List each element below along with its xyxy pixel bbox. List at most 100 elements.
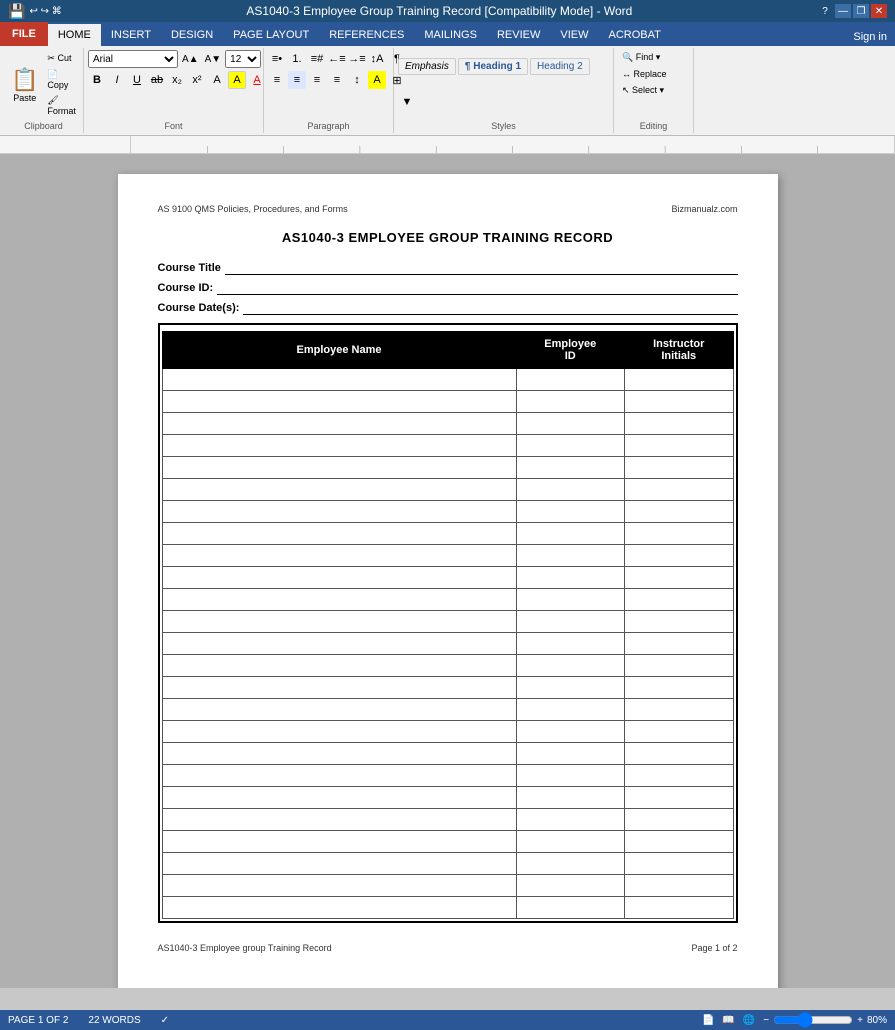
zoom-slider[interactable] xyxy=(773,1012,853,1028)
instructor-initials-cell[interactable] xyxy=(625,501,734,523)
paste-button[interactable]: 📋 Paste xyxy=(8,59,41,111)
instructor-initials-cell[interactable] xyxy=(625,457,734,479)
table-row[interactable] xyxy=(162,501,733,523)
strikethrough-button[interactable]: ab xyxy=(148,71,166,89)
course-date-input[interactable] xyxy=(243,301,737,315)
styles-scroll-down[interactable]: ▼ xyxy=(398,93,416,111)
tab-view[interactable]: VIEW xyxy=(550,24,598,46)
instructor-initials-cell[interactable] xyxy=(625,611,734,633)
sort-button[interactable]: ↕A xyxy=(368,50,386,68)
table-row[interactable] xyxy=(162,391,733,413)
bullets-button[interactable]: ≡• xyxy=(268,50,286,68)
font-name-select[interactable]: Arial xyxy=(88,50,178,68)
employee-name-cell[interactable] xyxy=(162,501,516,523)
table-row[interactable] xyxy=(162,567,733,589)
shading-button[interactable]: A xyxy=(368,71,386,89)
tab-page-layout[interactable]: PAGE LAYOUT xyxy=(223,24,319,46)
copy-button[interactable]: 📄 Copy xyxy=(43,67,80,92)
align-center-button[interactable]: ≡ xyxy=(288,71,306,89)
tab-acrobat[interactable]: ACROBAT xyxy=(598,24,670,46)
style-heading1[interactable]: ¶ Heading 1 xyxy=(458,58,528,75)
employee-name-cell[interactable] xyxy=(162,545,516,567)
replace-button[interactable]: ↔ Replace xyxy=(618,67,671,81)
tab-file[interactable]: FILE xyxy=(0,22,48,46)
employee-name-cell[interactable] xyxy=(162,611,516,633)
employee-name-cell[interactable] xyxy=(162,391,516,413)
instructor-initials-cell[interactable] xyxy=(625,523,734,545)
employee-name-cell[interactable] xyxy=(162,567,516,589)
sign-in-link[interactable]: Sign in xyxy=(845,28,895,46)
decrease-indent-button[interactable]: ←≡ xyxy=(328,50,346,68)
instructor-initials-cell[interactable] xyxy=(625,435,734,457)
instructor-initials-cell[interactable] xyxy=(625,787,734,809)
instructor-initials-cell[interactable] xyxy=(625,853,734,875)
employee-name-cell[interactable] xyxy=(162,809,516,831)
view-print-layout[interactable]: 📄 xyxy=(702,1015,714,1026)
employee-id-cell[interactable] xyxy=(516,633,624,655)
style-heading2[interactable]: Heading 2 xyxy=(530,58,590,75)
employee-name-cell[interactable] xyxy=(162,633,516,655)
instructor-initials-cell[interactable] xyxy=(625,391,734,413)
table-row[interactable] xyxy=(162,435,733,457)
table-row[interactable] xyxy=(162,743,733,765)
tab-design[interactable]: DESIGN xyxy=(161,24,223,46)
employee-name-cell[interactable] xyxy=(162,897,516,919)
employee-id-cell[interactable] xyxy=(516,413,624,435)
employee-name-cell[interactable] xyxy=(162,457,516,479)
instructor-initials-cell[interactable] xyxy=(625,897,734,919)
employee-id-cell[interactable] xyxy=(516,589,624,611)
style-emphasis[interactable]: Emphasis xyxy=(398,58,456,75)
clear-format-button[interactable]: A xyxy=(208,71,226,89)
minimize-button[interactable]: — xyxy=(835,4,851,18)
instructor-initials-cell[interactable] xyxy=(625,743,734,765)
table-row[interactable] xyxy=(162,413,733,435)
instructor-initials-cell[interactable] xyxy=(625,875,734,897)
cut-button[interactable]: ✂ Cut xyxy=(43,51,80,66)
table-row[interactable] xyxy=(162,479,733,501)
employee-id-cell[interactable] xyxy=(516,655,624,677)
grow-font-button[interactable]: A▲ xyxy=(180,54,201,65)
employee-id-cell[interactable] xyxy=(516,875,624,897)
instructor-initials-cell[interactable] xyxy=(625,655,734,677)
table-row[interactable] xyxy=(162,875,733,897)
employee-id-cell[interactable] xyxy=(516,765,624,787)
employee-name-cell[interactable] xyxy=(162,523,516,545)
align-right-button[interactable]: ≡ xyxy=(308,71,326,89)
instructor-initials-cell[interactable] xyxy=(625,699,734,721)
employee-id-cell[interactable] xyxy=(516,743,624,765)
tab-references[interactable]: REFERENCES xyxy=(319,24,414,46)
employee-name-cell[interactable] xyxy=(162,655,516,677)
view-reading[interactable]: 📖 xyxy=(722,1015,734,1026)
tab-insert[interactable]: INSERT xyxy=(101,24,161,46)
zoom-in-button[interactable]: + xyxy=(857,1015,863,1026)
table-row[interactable] xyxy=(162,677,733,699)
employee-id-cell[interactable] xyxy=(516,567,624,589)
table-row[interactable] xyxy=(162,765,733,787)
find-button[interactable]: 🔍 Find ▾ xyxy=(618,50,664,65)
multilevel-button[interactable]: ≡# xyxy=(308,50,326,68)
table-row[interactable] xyxy=(162,699,733,721)
table-row[interactable] xyxy=(162,721,733,743)
employee-name-cell[interactable] xyxy=(162,875,516,897)
employee-id-cell[interactable] xyxy=(516,897,624,919)
employee-id-cell[interactable] xyxy=(516,787,624,809)
zoom-out-button[interactable]: − xyxy=(763,1015,769,1026)
help-button[interactable]: ? xyxy=(817,4,833,18)
table-row[interactable] xyxy=(162,809,733,831)
underline-button[interactable]: U xyxy=(128,71,146,89)
employee-id-cell[interactable] xyxy=(516,391,624,413)
tab-home[interactable]: HOME xyxy=(48,24,101,46)
superscript-button[interactable]: x² xyxy=(188,71,206,89)
course-title-input[interactable] xyxy=(225,261,738,275)
employee-name-cell[interactable] xyxy=(162,831,516,853)
instructor-initials-cell[interactable] xyxy=(625,413,734,435)
table-row[interactable] xyxy=(162,457,733,479)
employee-name-cell[interactable] xyxy=(162,721,516,743)
highlight-button[interactable]: A xyxy=(228,71,246,89)
employee-id-cell[interactable] xyxy=(516,457,624,479)
restore-button[interactable]: ❐ xyxy=(853,4,869,18)
instructor-initials-cell[interactable] xyxy=(625,545,734,567)
proofing-icon[interactable]: ✓ xyxy=(161,1015,169,1026)
instructor-initials-cell[interactable] xyxy=(625,479,734,501)
employee-name-cell[interactable] xyxy=(162,369,516,391)
